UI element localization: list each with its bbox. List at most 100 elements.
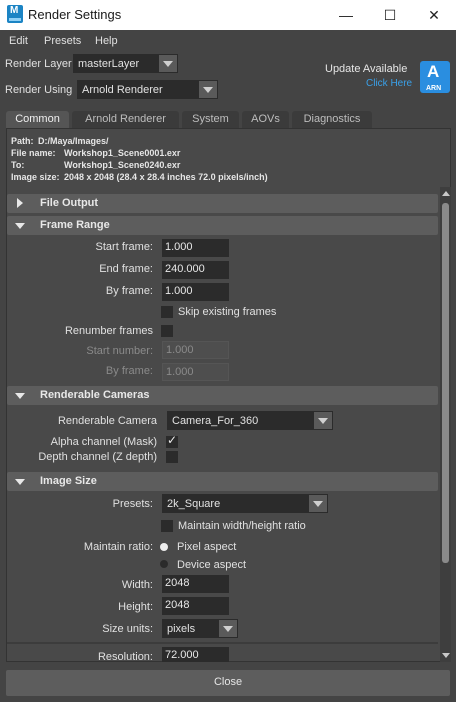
renderable-camera-value: Camera_For_360: [172, 415, 259, 427]
alpha-channel-label: Alpha channel (Mask): [50, 436, 157, 448]
start-number-field: 1.000: [162, 341, 229, 359]
maintain-ratio-label: Maintain ratio:: [83, 541, 153, 553]
section-label: Frame Range: [40, 219, 110, 231]
image-size-label: Image size:: [11, 172, 60, 182]
image-size-value: 2048 x 2048 (28.4 x 28.4 inches 72.0 pix…: [64, 172, 268, 182]
start-frame-label: Start frame:: [95, 241, 153, 253]
vertical-scrollbar[interactable]: [440, 187, 451, 662]
update-available-label: Update Available: [325, 63, 408, 75]
alpha-channel-checkbox[interactable]: [166, 433, 178, 448]
maintain-wh-ratio-checkbox[interactable]: [161, 520, 173, 532]
section-label: Renderable Cameras: [40, 389, 150, 401]
tab-diagnostics[interactable]: Diagnostics: [292, 111, 372, 128]
chevron-down-icon: [309, 495, 327, 512]
to-value: Workshop1_Scene0240.exr: [64, 160, 181, 170]
chevron-down-icon: [199, 81, 217, 98]
renumber-frames-label: Renumber frames: [64, 325, 153, 337]
by-frame-number-label: By frame:: [105, 365, 153, 377]
size-units-dropdown[interactable]: pixels: [162, 619, 238, 638]
chevron-down-icon: [159, 55, 177, 72]
presets-value: 2k_Square: [167, 498, 221, 510]
file-name-label: File name:: [11, 148, 56, 158]
renderable-camera-label: Renderable Camera: [57, 415, 157, 427]
path-value: D:/Maya/Images/: [38, 136, 109, 146]
update-click-here-link[interactable]: Click Here: [366, 78, 412, 89]
pixel-aspect-radio[interactable]: [160, 543, 168, 551]
close-window-button[interactable]: ✕: [412, 0, 456, 30]
app-icon-letter: M: [10, 5, 19, 16]
menu-bar: Edit Presets Help: [0, 31, 456, 51]
window-title: Render Settings: [28, 7, 122, 22]
renderable-camera-dropdown[interactable]: Camera_For_360: [167, 411, 333, 430]
maximize-icon: ☐: [383, 6, 397, 23]
section-frame-range[interactable]: Frame Range: [7, 216, 438, 235]
by-frame-field[interactable]: 1.000: [162, 283, 229, 301]
close-button[interactable]: Close: [6, 670, 450, 696]
presets-dropdown[interactable]: 2k_Square: [162, 494, 328, 513]
scroll-up-icon[interactable]: [442, 191, 450, 196]
scrollbar-thumb[interactable]: [442, 203, 449, 563]
height-field[interactable]: 2048: [162, 597, 229, 615]
tab-common[interactable]: Common: [6, 111, 69, 129]
section-label: File Output: [40, 197, 99, 209]
section-divider: [7, 642, 438, 644]
start-number-label: Start number:: [86, 345, 153, 357]
menu-help[interactable]: Help: [95, 35, 118, 47]
tab-arnold-renderer[interactable]: Arnold Renderer: [72, 111, 179, 128]
height-label: Height:: [118, 601, 153, 613]
section-file-output[interactable]: File Output: [7, 194, 438, 213]
width-label: Width:: [121, 579, 153, 591]
render-using-label: Render Using: [5, 84, 73, 96]
render-layer-label: Render Layer: [5, 58, 72, 70]
size-units-value: pixels: [167, 623, 196, 635]
collapse-arrow-icon: [15, 223, 25, 229]
minimize-icon: —: [339, 7, 353, 23]
maximize-button[interactable]: ☐: [368, 0, 412, 30]
common-tab-panel: Path: D:/Maya/Images/ File name: Worksho…: [6, 128, 451, 662]
collapse-arrow-icon: [15, 479, 25, 485]
tab-system[interactable]: System: [182, 111, 239, 128]
skip-existing-label: Skip existing frames: [178, 306, 277, 318]
arnold-logo-icon[interactable]: A ARN: [420, 61, 450, 93]
depth-channel-checkbox[interactable]: [166, 451, 178, 463]
maintain-wh-ratio-label: Maintain width/height ratio: [178, 520, 306, 532]
section-renderable-cameras[interactable]: Renderable Cameras: [7, 386, 438, 405]
section-label: Image Size: [40, 475, 97, 487]
render-layer-dropdown[interactable]: masterLayer: [73, 54, 178, 73]
end-frame-field[interactable]: 240.000: [162, 261, 229, 279]
size-units-label: Size units:: [102, 623, 153, 635]
by-frame-label: By frame:: [105, 285, 153, 297]
arnold-logo-text: ARN: [426, 85, 442, 92]
scroll-down-icon[interactable]: [442, 653, 450, 658]
menu-edit[interactable]: Edit: [9, 35, 28, 47]
render-using-dropdown[interactable]: Arnold Renderer: [77, 80, 218, 99]
tab-aovs[interactable]: AOVs: [242, 111, 289, 128]
render-layer-value: masterLayer: [78, 58, 140, 70]
expand-arrow-icon: [17, 198, 23, 208]
render-using-value: Arnold Renderer: [82, 84, 163, 96]
device-aspect-radio[interactable]: [160, 560, 168, 568]
path-label: Path:: [11, 136, 34, 146]
title-bar: M Render Settings — ☐ ✕: [0, 0, 456, 30]
skip-existing-checkbox[interactable]: [161, 306, 173, 318]
start-frame-field[interactable]: 1.000: [162, 239, 229, 257]
depth-channel-label: Depth channel (Z depth): [38, 451, 157, 463]
maya-app-icon: M: [7, 5, 23, 23]
settings-scroll-area[interactable]: File Output Frame Range Start frame: 1.0…: [7, 187, 440, 662]
renumber-frames-checkbox[interactable]: [161, 325, 173, 337]
arnold-logo-letter: A: [427, 62, 440, 81]
resolution-field[interactable]: 72.000: [162, 647, 229, 662]
pixel-aspect-label: Pixel aspect: [177, 541, 237, 553]
section-image-size[interactable]: Image Size: [7, 472, 438, 491]
width-field[interactable]: 2048: [162, 575, 229, 593]
minimize-button[interactable]: —: [324, 0, 368, 30]
to-label: To:: [11, 160, 25, 170]
by-frame-number-field: 1.000: [162, 363, 229, 381]
end-frame-label: End frame:: [99, 263, 153, 275]
chevron-down-icon: [314, 412, 332, 429]
chevron-down-icon: [219, 620, 237, 637]
menu-presets[interactable]: Presets: [44, 35, 81, 47]
presets-label: Presets:: [112, 498, 153, 510]
close-icon: ✕: [428, 6, 440, 23]
collapse-arrow-icon: [15, 393, 25, 399]
